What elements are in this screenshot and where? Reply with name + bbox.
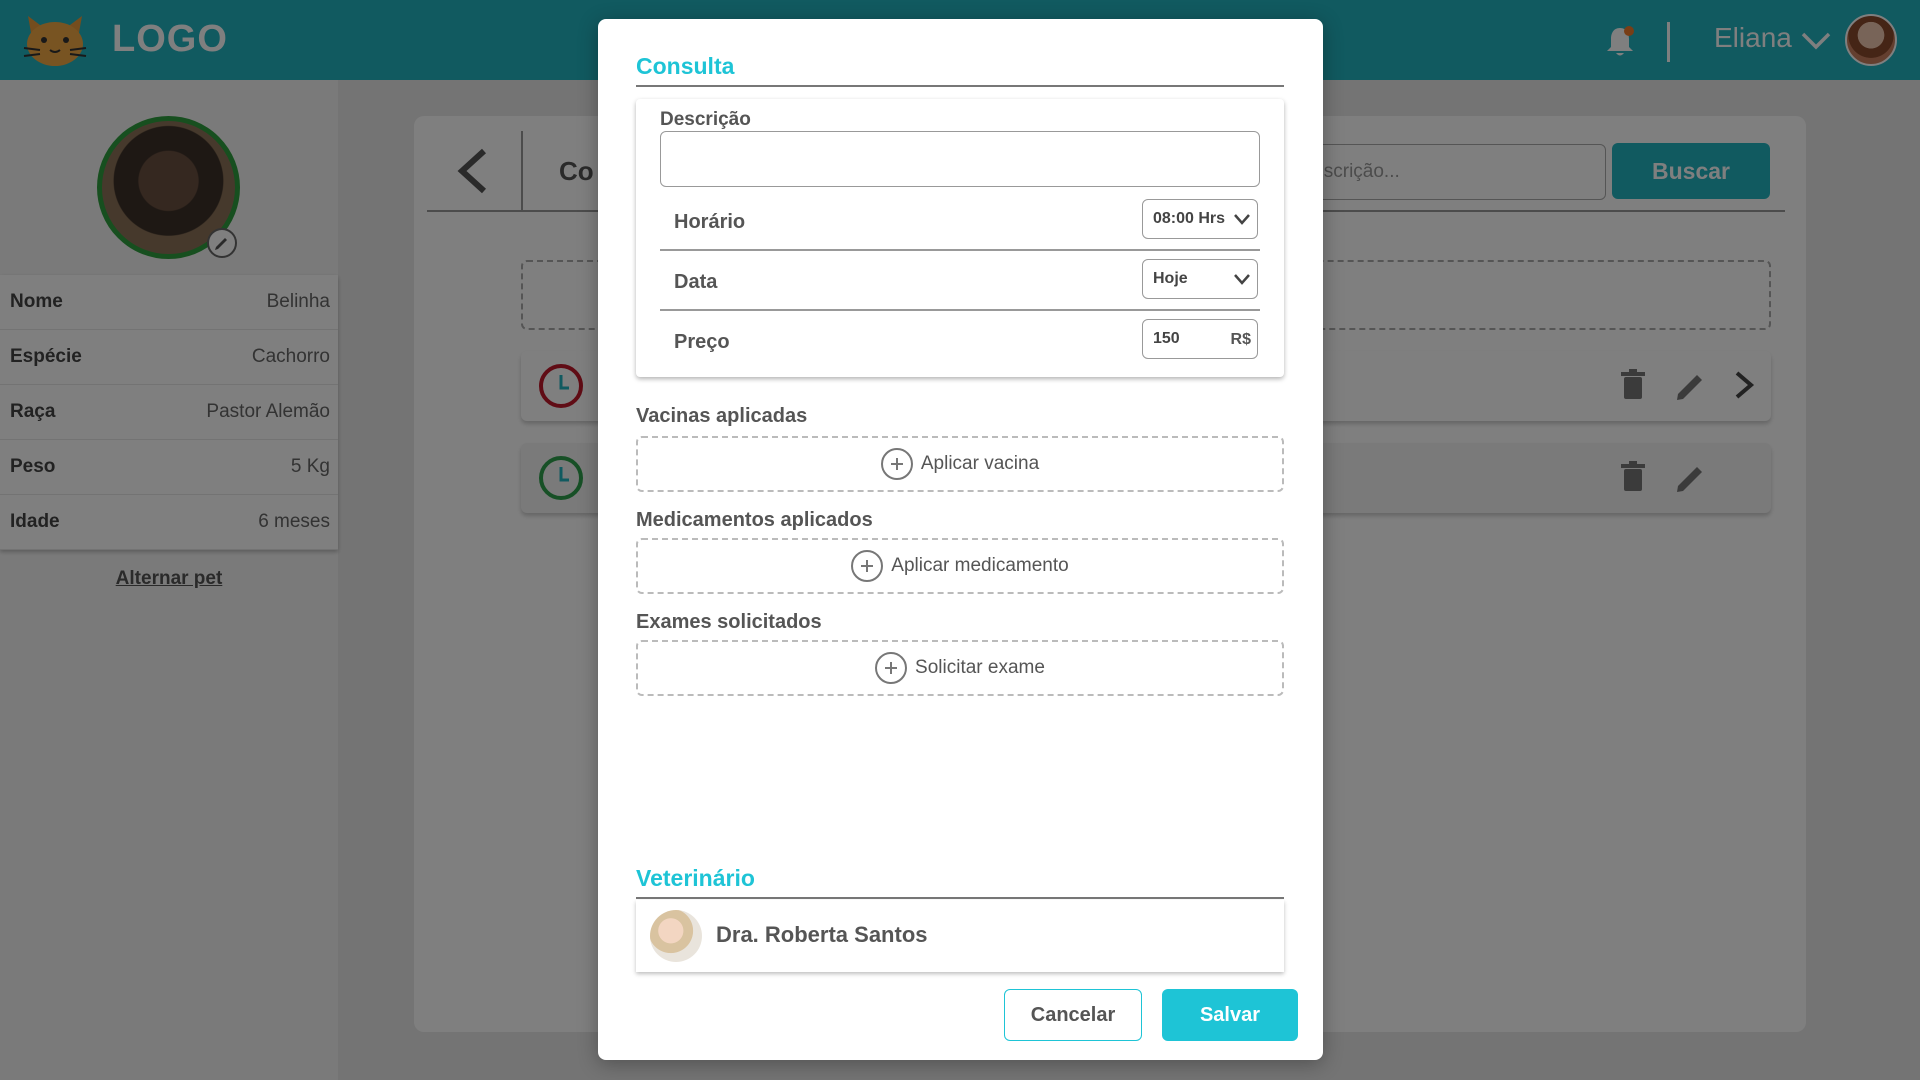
description-input[interactable] [660, 131, 1260, 187]
vet-underline [636, 897, 1284, 899]
vet-name: Dra. Roberta Santos [716, 922, 928, 947]
medications-title: Medicamentos aplicados [636, 509, 873, 531]
description-label: Descrição [660, 109, 751, 130]
request-exam-label: Solicitar exame [915, 657, 1045, 678]
time-row: Horário 08:00 Hrs [660, 195, 1260, 251]
cancel-button[interactable]: Cancelar [1004, 989, 1142, 1041]
vet-title: Veterinário [636, 865, 755, 891]
time-label: Horário [674, 211, 746, 233]
price-label: Preço [674, 331, 730, 353]
price-row: Preço 150 R$ [660, 315, 1260, 371]
price-input[interactable]: 150 R$ [1142, 319, 1258, 359]
exams-title: Exames solicitados [636, 611, 822, 633]
chevron-down-icon [1234, 214, 1250, 225]
time-value: 08:00 Hrs [1153, 210, 1226, 227]
date-select[interactable]: Hoje [1142, 259, 1258, 299]
plus-icon [851, 550, 884, 582]
vet-card[interactable]: Dra. Roberta Santos [636, 900, 1284, 972]
apply-medication-button[interactable]: Aplicar medicamento [636, 538, 1284, 594]
apply-vaccine-button[interactable]: Aplicar vacina [636, 436, 1284, 492]
time-select[interactable]: 08:00 Hrs [1142, 199, 1258, 239]
consultation-form-card: Descrição Horário 08:00 Hrs Data Hoje Pr… [636, 99, 1284, 377]
price-value: 150 [1153, 330, 1180, 347]
chevron-down-icon [1234, 274, 1250, 285]
date-value: Hoje [1153, 270, 1188, 287]
apply-vaccine-label: Aplicar vacina [920, 453, 1040, 474]
modal-title: Consulta [636, 53, 735, 79]
apply-medication-label: Aplicar medicamento [891, 555, 1069, 576]
title-underline [636, 85, 1284, 87]
consultation-modal: Consulta Descrição Horário 08:00 Hrs Dat… [598, 19, 1323, 1060]
request-exam-button[interactable]: Solicitar exame [636, 640, 1284, 696]
date-label: Data [674, 271, 718, 293]
currency-unit: R$ [1230, 331, 1251, 348]
vet-avatar [650, 910, 702, 962]
save-button[interactable]: Salvar [1162, 989, 1298, 1041]
vaccines-title: Vacinas aplicadas [636, 405, 808, 427]
date-row: Data Hoje [660, 255, 1260, 311]
plus-icon [880, 448, 913, 480]
plus-icon [875, 652, 908, 684]
